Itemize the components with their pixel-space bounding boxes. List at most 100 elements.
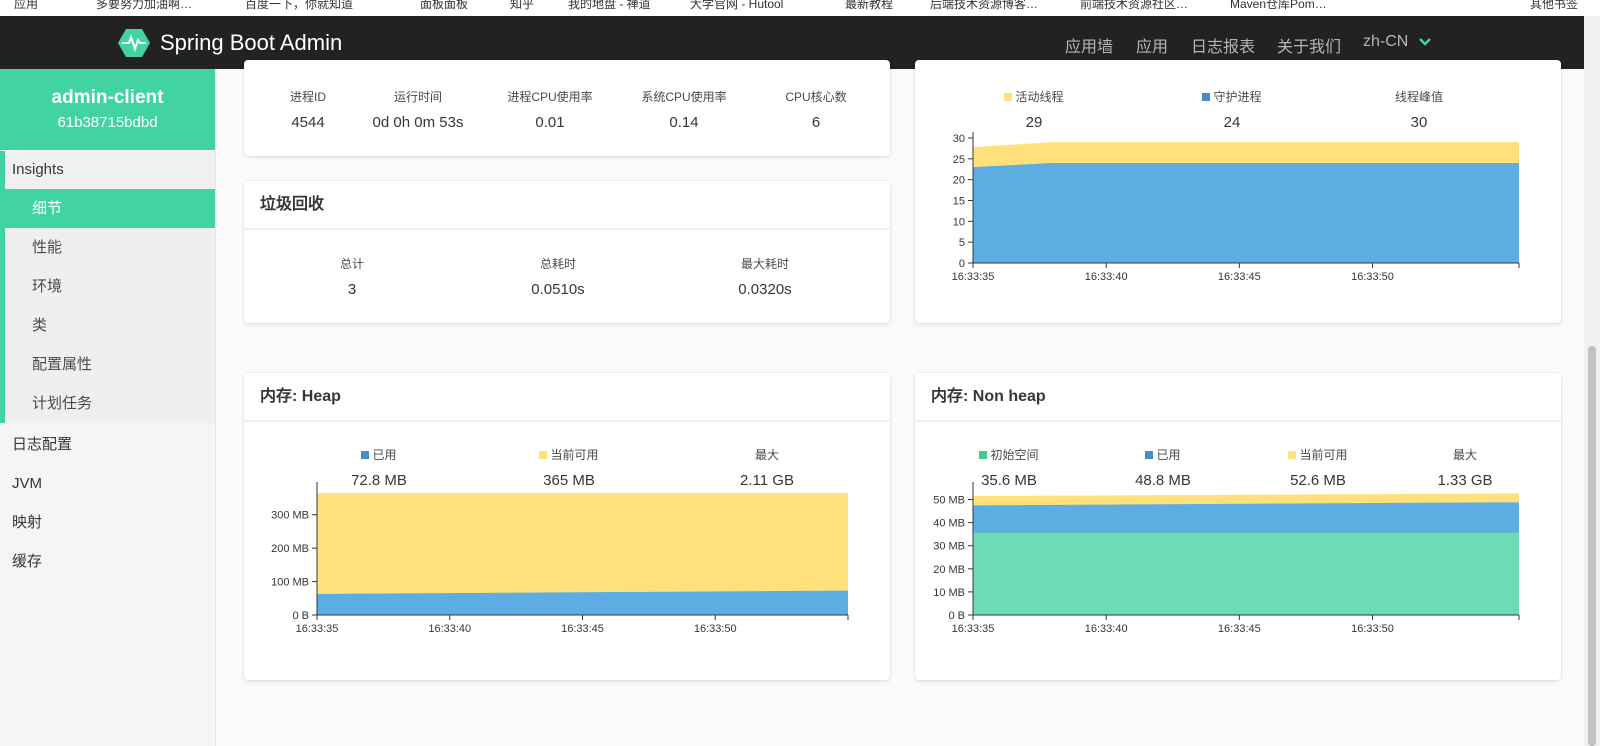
sidebar-item-metrics[interactable]: 性能	[5, 228, 215, 267]
y-tick-label: 20	[953, 175, 965, 187]
x-tick-label: 16:33:45	[561, 623, 604, 635]
nav-wallboard[interactable]: 应用墙	[1065, 33, 1113, 57]
language-label: zh-CN	[1363, 33, 1409, 50]
y-tick-label: 300 MB	[271, 510, 309, 522]
area-series	[973, 163, 1519, 263]
stat-label: 系统CPU使用率	[641, 90, 727, 104]
y-tick-label: 25	[953, 154, 965, 166]
stat-value: 0.0510s	[531, 281, 585, 298]
stat-value: 0.01	[535, 114, 565, 131]
stat-process-cpu: 进程CPU使用率 0.01	[495, 88, 605, 131]
sidebar-item-mappings[interactable]: 映射	[0, 503, 215, 542]
chevron-down-icon	[1418, 38, 1431, 46]
stat-label: 总计	[339, 257, 364, 271]
heap-chart: 0 B 100 MB 200 MB 300 MB 16:33:35 16:33:40 16:…	[271, 482, 849, 635]
stat-label: 最大耗时	[740, 257, 789, 271]
stat-label: 进程ID	[289, 90, 326, 104]
nav-about[interactable]: 关于我们	[1277, 33, 1341, 57]
scrollbar-thumb[interactable]	[1588, 346, 1596, 746]
bookmark[interactable]: 大学官网 - Hutool	[690, 0, 783, 12]
sidebar-item-caches[interactable]: 缓存	[0, 542, 215, 581]
area-series	[973, 532, 1519, 615]
threads-card: 活动线程 29 守护进程 24 线程峰值 30 0 5 10 15 20 25 30 16:3…	[915, 60, 1561, 323]
language-selector[interactable]: zh-CN	[1363, 33, 1431, 51]
stat-label: 运行时间	[393, 90, 442, 104]
sidebar-item-environment[interactable]: 环境	[5, 267, 215, 306]
x-tick-label: 16:33:40	[1085, 623, 1128, 635]
heartbeat-logo-icon	[118, 29, 150, 57]
y-tick-label: 0	[959, 258, 965, 270]
bookmark[interactable]: 前端技术资源社区…	[1080, 0, 1188, 12]
bookmark[interactable]: 后端技术资源博客…	[930, 0, 1038, 12]
x-tick-label: 16:33:40	[1085, 271, 1128, 283]
y-tick-label: 100 MB	[271, 577, 309, 589]
y-tick-label: 0 B	[948, 610, 965, 622]
x-tick-label: 16:33:35	[952, 271, 995, 283]
bookmark[interactable]: 最新教程	[845, 0, 893, 12]
y-tick-label: 200 MB	[271, 543, 309, 555]
x-tick-label: 16:33:40	[428, 623, 471, 635]
sidebar-item-loggers[interactable]: 日志配置	[0, 425, 215, 464]
sidebar-item-configprops[interactable]: 配置属性	[5, 345, 215, 384]
y-tick-label: 5	[959, 237, 965, 249]
x-tick-label: 16:33:45	[1218, 271, 1261, 283]
y-tick-label: 10 MB	[933, 587, 965, 599]
stat-uptime: 运行时间 0d 0h 0m 53s	[358, 88, 478, 131]
stat-cpu-cores: CPU核心数 6	[761, 88, 871, 131]
sidebar-item-beans[interactable]: 类	[5, 306, 215, 345]
x-tick-label: 16:33:45	[1218, 623, 1261, 635]
stat-value: 3	[347, 281, 357, 298]
sidebar-item-details[interactable]: 细节	[5, 189, 215, 228]
bookmark[interactable]: 我的地盘 - 禅道	[568, 0, 651, 12]
brand-link[interactable]: Spring Boot Admin	[118, 28, 342, 58]
app-name: admin-client	[51, 87, 164, 108]
x-tick-label: 16:33:50	[1351, 271, 1394, 283]
sidebar-item-insights[interactable]: Insights	[5, 151, 215, 189]
stat-label: CPU核心数	[785, 90, 847, 104]
nonheap-chart: 0 B 10 MB 20 MB 30 MB 40 MB 50 MB 16:33:35 16:3…	[933, 482, 1520, 635]
process-card: 进程ID 4544 运行时间 0d 0h 0m 53s 进程CPU使用率 0.0…	[244, 60, 890, 156]
heap-card: 内存: Heap 已用 72.8 MB 当前可用 365 MB 最大 2.11 …	[244, 373, 890, 680]
stat-process-id: 进程ID 4544	[268, 88, 348, 131]
bookmark[interactable]: 其他书签	[1530, 0, 1578, 12]
threads-chart: 0 5 10 15 20 25 30 16:33:35 16:33:40 16:33:45 16:3…	[952, 132, 1520, 283]
page-scrollbar[interactable]	[1584, 16, 1600, 746]
sidebar: admin-client 61b38715bdbd Insights 细节 性能…	[0, 69, 216, 746]
gc-total: 总计 3	[312, 255, 392, 298]
insights-group: Insights 细节 性能 环境 类 配置属性 计划任务	[0, 151, 215, 423]
bookmark[interactable]: 面板面板	[420, 0, 468, 12]
bookmark[interactable]: 多要努力加油啊…	[96, 0, 192, 12]
sidebar-item-jvm[interactable]: JVM	[0, 464, 215, 503]
bookmark[interactable]: 知乎	[510, 0, 534, 12]
bookmark[interactable]: 百度一下，你就知道	[245, 0, 353, 12]
stat-label: 进程CPU使用率	[507, 90, 593, 104]
nav-journal[interactable]: 日志报表	[1191, 33, 1255, 57]
gc-card: 垃圾回收 总计 3 总耗时 0.0510s 最大耗时 0.0320s	[244, 181, 890, 323]
stat-system-cpu: 系统CPU使用率 0.14	[629, 88, 739, 131]
gc-title: 垃圾回收	[244, 181, 890, 229]
stat-value: 0d 0h 0m 53s	[372, 114, 464, 131]
sidebar-item-scheduledtasks[interactable]: 计划任务	[5, 384, 215, 423]
stat-value: 0.14	[669, 114, 699, 131]
gc-total-time: 总耗时 0.0510s	[508, 255, 608, 298]
y-tick-label: 10	[953, 216, 965, 228]
instance-id: 61b38715bdbd	[57, 114, 158, 131]
stat-value: 6	[811, 114, 821, 131]
nav-applications[interactable]: 应用	[1136, 33, 1168, 57]
bookmark[interactable]: 应用	[14, 0, 38, 12]
y-tick-label: 30	[953, 133, 965, 145]
y-tick-label: 30 MB	[933, 541, 965, 553]
nonheap-card: 内存: Non heap 初始空间 35.6 MB 已用 48.8 MB 当前可…	[915, 373, 1561, 680]
x-tick-label: 16:33:35	[952, 623, 995, 635]
y-tick-label: 15	[953, 196, 965, 208]
gc-max-time: 最大耗时 0.0320s	[715, 255, 815, 298]
bookmark[interactable]: Maven仓库Pom…	[1230, 0, 1327, 12]
y-tick-label: 40 MB	[933, 518, 965, 530]
stat-label: 总耗时	[539, 257, 576, 271]
area-series	[317, 590, 848, 615]
y-tick-label: 0 B	[292, 610, 309, 622]
x-tick-label: 16:33:35	[296, 623, 339, 635]
instance-header: admin-client 61b38715bdbd	[0, 69, 215, 150]
bookmarks-bar: 应用 多要努力加油啊… 百度一下，你就知道 面板面板 知乎 我的地盘 - 禅道 …	[0, 0, 1600, 16]
x-tick-label: 16:33:50	[694, 623, 737, 635]
